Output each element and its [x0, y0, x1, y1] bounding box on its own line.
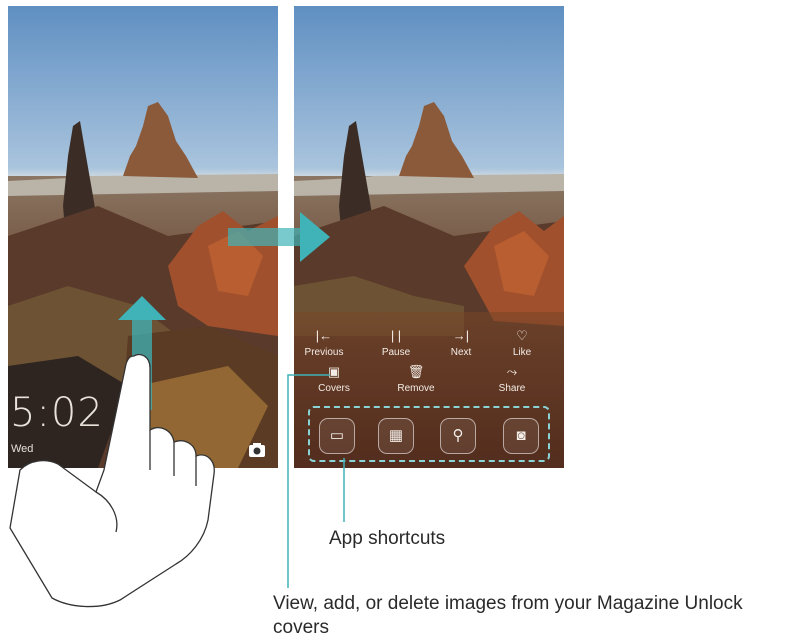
app-shortcuts-callout: App shortcuts — [329, 528, 446, 549]
covers-callout: View, add, or delete images from your Ma… — [273, 593, 743, 638]
share-icon: ⤳ — [506, 364, 518, 379]
calculator-shortcut[interactable]: ▦ — [378, 418, 414, 454]
lock-screen-left: 5:02 Wed — [8, 6, 278, 468]
remote-icon: ▭ — [329, 427, 345, 444]
flashlight-icon: ⚲ — [452, 427, 464, 444]
covers-label: Covers — [318, 383, 350, 394]
covers-button[interactable]: ▣ Covers — [304, 364, 364, 394]
trash-icon: 🗑 — [407, 364, 425, 379]
flashlight-shortcut[interactable]: ⚲ — [440, 418, 476, 454]
share-button[interactable]: ⤳ Share — [482, 364, 542, 394]
next-icon: →| — [452, 328, 470, 343]
next-label: Next — [450, 347, 472, 358]
previous-button[interactable]: |← Previous — [294, 328, 354, 358]
previous-icon: |← — [315, 328, 333, 343]
camera-shortcut[interactable]: ◙ — [503, 418, 539, 454]
calculator-icon: ▦ — [388, 427, 404, 444]
pause-icon: | | — [390, 328, 402, 343]
lock-clock: 5:02 — [10, 390, 104, 436]
lock-date: Wed — [11, 443, 34, 455]
remove-button[interactable]: 🗑 Remove — [386, 364, 446, 394]
remove-label: Remove — [397, 383, 435, 394]
next-button[interactable]: →| Next — [431, 328, 491, 358]
remote-shortcut[interactable]: ▭ — [319, 418, 355, 454]
covers-icon: ▣ — [327, 364, 341, 379]
camera-icon: ◙ — [516, 427, 526, 444]
share-label: Share — [498, 383, 526, 394]
camera-icon[interactable] — [248, 442, 266, 458]
heart-icon: ♡ — [516, 328, 528, 343]
lock-screen-right: |← Previous | | Pause →| Next ♡ Like ▣ C… — [294, 6, 564, 468]
like-label: Like — [512, 347, 532, 358]
pause-label: Pause — [381, 347, 411, 358]
like-button[interactable]: ♡ Like — [492, 328, 552, 358]
previous-label: Previous — [304, 347, 344, 358]
pause-button[interactable]: | | Pause — [366, 328, 426, 358]
